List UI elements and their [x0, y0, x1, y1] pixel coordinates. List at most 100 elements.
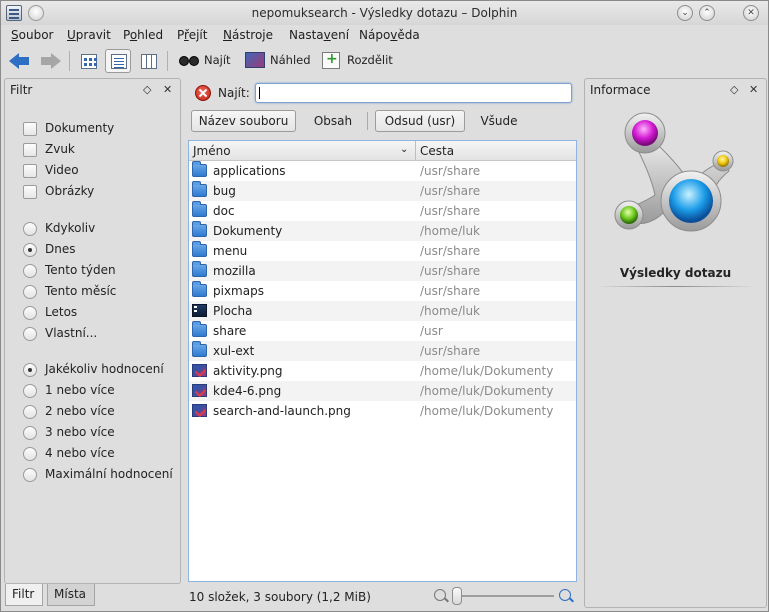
sort-chevron-icon[interactable]: ⌄	[400, 144, 408, 155]
zoom-slider[interactable]	[454, 595, 554, 597]
tab-filter[interactable]: Filtr	[5, 584, 43, 606]
checkbox[interactable]	[23, 164, 37, 178]
menu-upravit[interactable]: Upravit	[67, 28, 111, 42]
table-row[interactable]: applications/usr/share	[189, 161, 576, 181]
header-name[interactable]: Jméno	[193, 144, 231, 158]
radio-button[interactable]	[23, 306, 37, 320]
float-panel-icon[interactable]: ◇	[143, 83, 151, 96]
file-path: /usr/share	[420, 284, 481, 298]
icons-view-icon	[81, 54, 97, 69]
folder-icon	[192, 261, 207, 277]
radio-button[interactable]	[23, 468, 37, 482]
checkbox[interactable]	[23, 185, 37, 199]
checkbox[interactable]	[23, 122, 37, 136]
table-row[interactable]: menu/usr/share	[189, 241, 576, 261]
binoculars-icon[interactable]	[179, 53, 199, 67]
file-list-view[interactable]: Jméno ⌄ Cesta applications/usr/share bug /…	[188, 140, 577, 582]
maximize-icon[interactable]: ⌃	[699, 5, 715, 21]
file-path: /home/luk	[420, 304, 480, 318]
search-label: Najít:	[218, 86, 250, 100]
radio-button-selected[interactable]	[23, 363, 37, 377]
table-row[interactable]: pixmaps/usr/share	[189, 281, 576, 301]
search-options-separator	[367, 112, 368, 130]
radio-button[interactable]	[23, 426, 37, 440]
table-row[interactable]: Dokumenty/home/luk	[189, 221, 576, 241]
radio-button-selected[interactable]	[23, 243, 37, 257]
table-row[interactable]: mozilla/usr/share	[189, 261, 576, 281]
checkbox[interactable]	[23, 143, 37, 157]
details-view-button[interactable]	[105, 49, 131, 73]
filter-panel-title: Filtr	[10, 83, 33, 97]
menu-napoveda[interactable]: Nápověda	[359, 28, 420, 42]
radio-button[interactable]	[23, 264, 37, 278]
find-button[interactable]: Najít	[204, 53, 231, 67]
header-divider[interactable]	[415, 141, 416, 160]
folder-icon	[192, 201, 207, 217]
table-row[interactable]: Plocha/home/luk	[189, 301, 576, 321]
close-panel-icon[interactable]: ✕	[749, 83, 758, 96]
folder-icon	[192, 161, 207, 177]
zoom-slider-handle[interactable]	[452, 587, 462, 605]
dolphin-window: nepomuksearch - Výsledky dotazu – Dolphi…	[0, 0, 769, 612]
file-path: /home/luk/Dokumenty	[420, 384, 554, 398]
table-row[interactable]: doc/usr/share	[189, 201, 576, 221]
radio-button[interactable]	[23, 285, 37, 299]
title-bar[interactable]: nepomuksearch - Výsledky dotazu – Dolphi…	[1, 1, 768, 25]
content-search-button[interactable]: Obsah	[304, 110, 362, 132]
image-file-icon	[192, 404, 207, 417]
info-panel-title: Informace	[590, 83, 651, 97]
folder-icon	[192, 341, 207, 357]
desktop-folder-icon	[192, 304, 207, 317]
radio-button[interactable]	[23, 447, 37, 461]
toolbar-separator	[69, 51, 70, 71]
file-name: kde4-6.png	[213, 384, 282, 398]
file-name: bug	[213, 184, 236, 198]
radio-button[interactable]	[23, 405, 37, 419]
header-path[interactable]: Cesta	[420, 144, 454, 158]
file-name: xul-ext	[213, 344, 255, 358]
file-path: /home/luk/Dokumenty	[420, 364, 554, 378]
file-path: /home/luk/Dokumenty	[420, 404, 554, 418]
file-name: share	[213, 324, 247, 338]
table-row[interactable]: search-and-launch.png/home/luk/Dokumenty	[189, 401, 576, 421]
preview-button[interactable]: Náhled	[270, 53, 311, 67]
folder-icon	[192, 181, 207, 197]
menu-prejit[interactable]: Přejít	[177, 28, 207, 42]
split-button[interactable]: Rozdělit	[347, 53, 393, 67]
everywhere-button[interactable]: Všude	[471, 110, 527, 132]
tab-places[interactable]: Místa	[47, 584, 95, 606]
split-icon[interactable]	[322, 51, 340, 69]
filter-panel: Filtr ◇ ✕ Dokumenty Zvuk Video Obrázky K…	[4, 78, 181, 584]
columns-view-button[interactable]	[135, 49, 161, 73]
file-path: /usr/share	[420, 244, 481, 258]
icons-view-button[interactable]	[75, 49, 101, 73]
radio-button[interactable]	[23, 327, 37, 341]
radio-button[interactable]	[23, 384, 37, 398]
menu-nastaveni[interactable]: Nastavení	[289, 28, 349, 42]
table-row[interactable]: bug/usr/share	[189, 181, 576, 201]
back-arrow-icon[interactable]	[9, 49, 31, 73]
from-here-button[interactable]: Odsud (usr)	[375, 110, 465, 132]
folder-icon	[192, 321, 207, 337]
file-path: /usr/share	[420, 344, 481, 358]
radio-button[interactable]	[23, 222, 37, 236]
table-row[interactable]: share/usr	[189, 321, 576, 341]
menu-soubor[interactable]: Soubor	[11, 28, 53, 42]
clear-search-icon[interactable]	[195, 85, 211, 101]
close-panel-icon[interactable]: ✕	[163, 83, 172, 96]
table-row[interactable]: xul-ext/usr/share	[189, 341, 576, 361]
filename-search-button[interactable]: Název souboru	[191, 110, 296, 132]
minimize-icon[interactable]: ⌄	[677, 5, 693, 21]
close-window-icon[interactable]: ✕	[743, 5, 759, 21]
menu-nastroje[interactable]: Nástroje	[223, 28, 273, 42]
zoom-in-icon[interactable]	[559, 589, 571, 601]
table-row[interactable]: kde4-6.png/home/luk/Dokumenty	[189, 381, 576, 401]
search-input[interactable]	[255, 83, 572, 103]
info-divider	[595, 286, 756, 287]
zoom-out-icon[interactable]	[434, 589, 446, 601]
preview-icon[interactable]	[245, 52, 265, 68]
forward-arrow-icon[interactable]	[39, 49, 61, 73]
menu-pohled[interactable]: Pohled	[123, 28, 163, 42]
float-panel-icon[interactable]: ◇	[730, 83, 738, 96]
table-row[interactable]: aktivity.png/home/luk/Dokumenty	[189, 361, 576, 381]
